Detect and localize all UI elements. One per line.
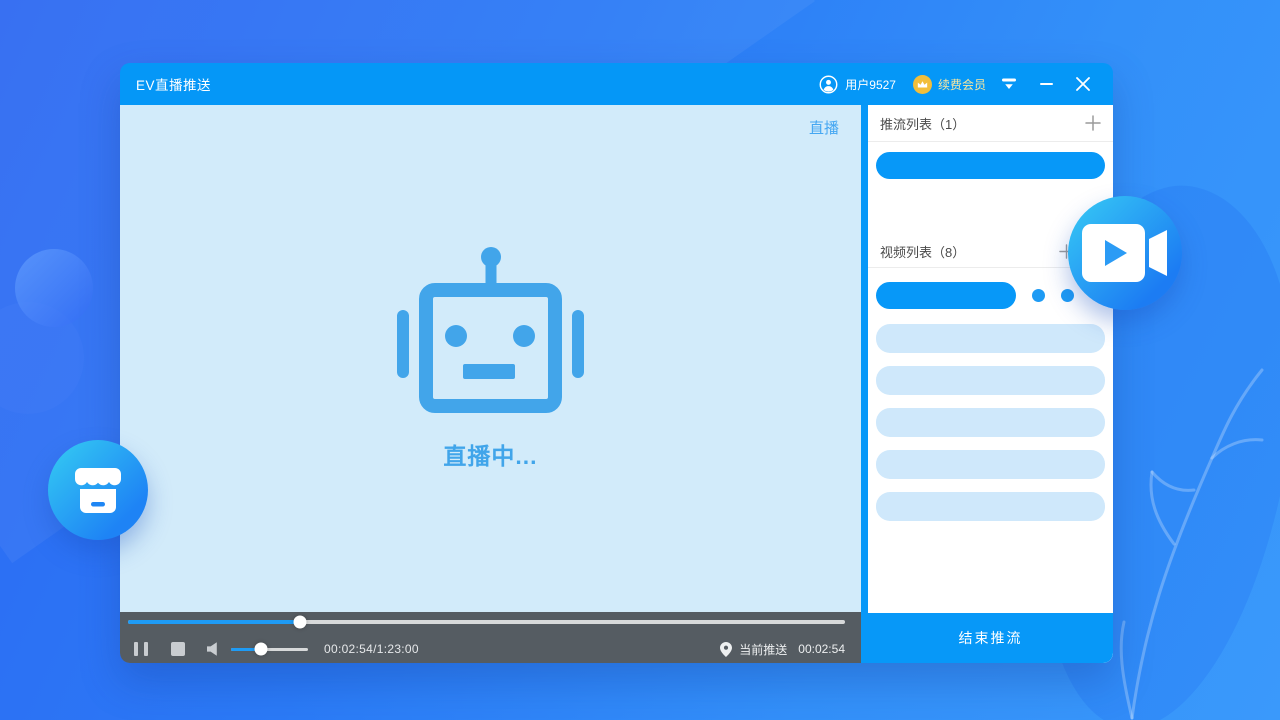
close-icon — [1076, 77, 1090, 91]
player-control-bar: 00:02:54/1:23:00 当前推送 00:02:54 — [120, 612, 861, 663]
storefront-icon — [74, 468, 122, 513]
user-account-button[interactable]: 用户9527 — [819, 75, 896, 94]
vip-label: 续费会员 — [938, 76, 986, 93]
indicator-dot — [1061, 289, 1074, 302]
stream-item[interactable] — [876, 152, 1105, 179]
minimize-button[interactable] — [1032, 71, 1060, 97]
plus-icon — [1085, 115, 1101, 131]
live-mode-label: 直播 — [809, 117, 839, 138]
minimize-icon — [1040, 83, 1053, 85]
video-camera-icon — [1082, 224, 1168, 282]
close-button[interactable] — [1069, 71, 1097, 97]
indicator-dot — [1032, 289, 1045, 302]
sidebar: 推流列表（1） 视频列表（8） — [868, 105, 1113, 663]
video-item[interactable] — [876, 450, 1105, 479]
robot-icon — [397, 247, 584, 413]
background-circle — [15, 249, 93, 327]
location-pin-icon — [720, 642, 732, 657]
current-push-label: 当前推送 — [739, 641, 787, 658]
end-push-button[interactable]: 结束推流 — [868, 613, 1113, 663]
stop-button[interactable] — [171, 642, 185, 656]
stream-list-title: 推流列表（1） — [880, 114, 965, 133]
avatar-icon — [819, 75, 838, 94]
video-list — [868, 268, 1113, 613]
add-stream-button[interactable] — [1085, 115, 1101, 131]
panel-divider — [861, 105, 868, 663]
tray-icon — [1001, 78, 1017, 90]
desktop-background: EV直播推送 用户9527 — [0, 0, 1280, 720]
playback-time: 00:02:54/1:23:00 — [324, 642, 419, 656]
volume-icon[interactable] — [207, 642, 222, 656]
video-list-title: 视频列表（8） — [880, 242, 965, 261]
hide-to-tray-button[interactable] — [995, 71, 1023, 97]
live-preview-area: 直播 — [120, 105, 861, 612]
titlebar: EV直播推送 用户9527 — [120, 63, 1113, 105]
progress-bar[interactable] — [128, 620, 845, 624]
app-window: EV直播推送 用户9527 — [120, 63, 1113, 663]
video-item-row — [868, 282, 1113, 309]
volume-handle[interactable] — [255, 643, 268, 656]
playing-indicator-dots — [1032, 289, 1074, 302]
video-item[interactable] — [876, 408, 1105, 437]
video-item[interactable] — [876, 366, 1105, 395]
username-label: 用户9527 — [845, 76, 896, 93]
pause-button[interactable] — [134, 642, 156, 656]
live-status-text: 直播中... — [443, 437, 537, 471]
video-item[interactable] — [876, 324, 1105, 353]
window-title: EV直播推送 — [136, 74, 211, 94]
stream-list-header: 推流列表（1） — [868, 105, 1113, 141]
video-item-selected[interactable] — [876, 282, 1016, 309]
store-badge[interactable] — [48, 440, 148, 540]
progress-handle[interactable] — [294, 616, 307, 629]
volume-slider[interactable] — [231, 648, 308, 651]
current-push-time: 00:02:54 — [798, 642, 845, 656]
progress-fill — [128, 620, 300, 624]
video-camera-badge[interactable] — [1068, 196, 1182, 310]
video-item[interactable] — [876, 492, 1105, 521]
crown-icon — [913, 75, 932, 94]
renew-membership-button[interactable]: 续费会员 — [913, 75, 986, 94]
